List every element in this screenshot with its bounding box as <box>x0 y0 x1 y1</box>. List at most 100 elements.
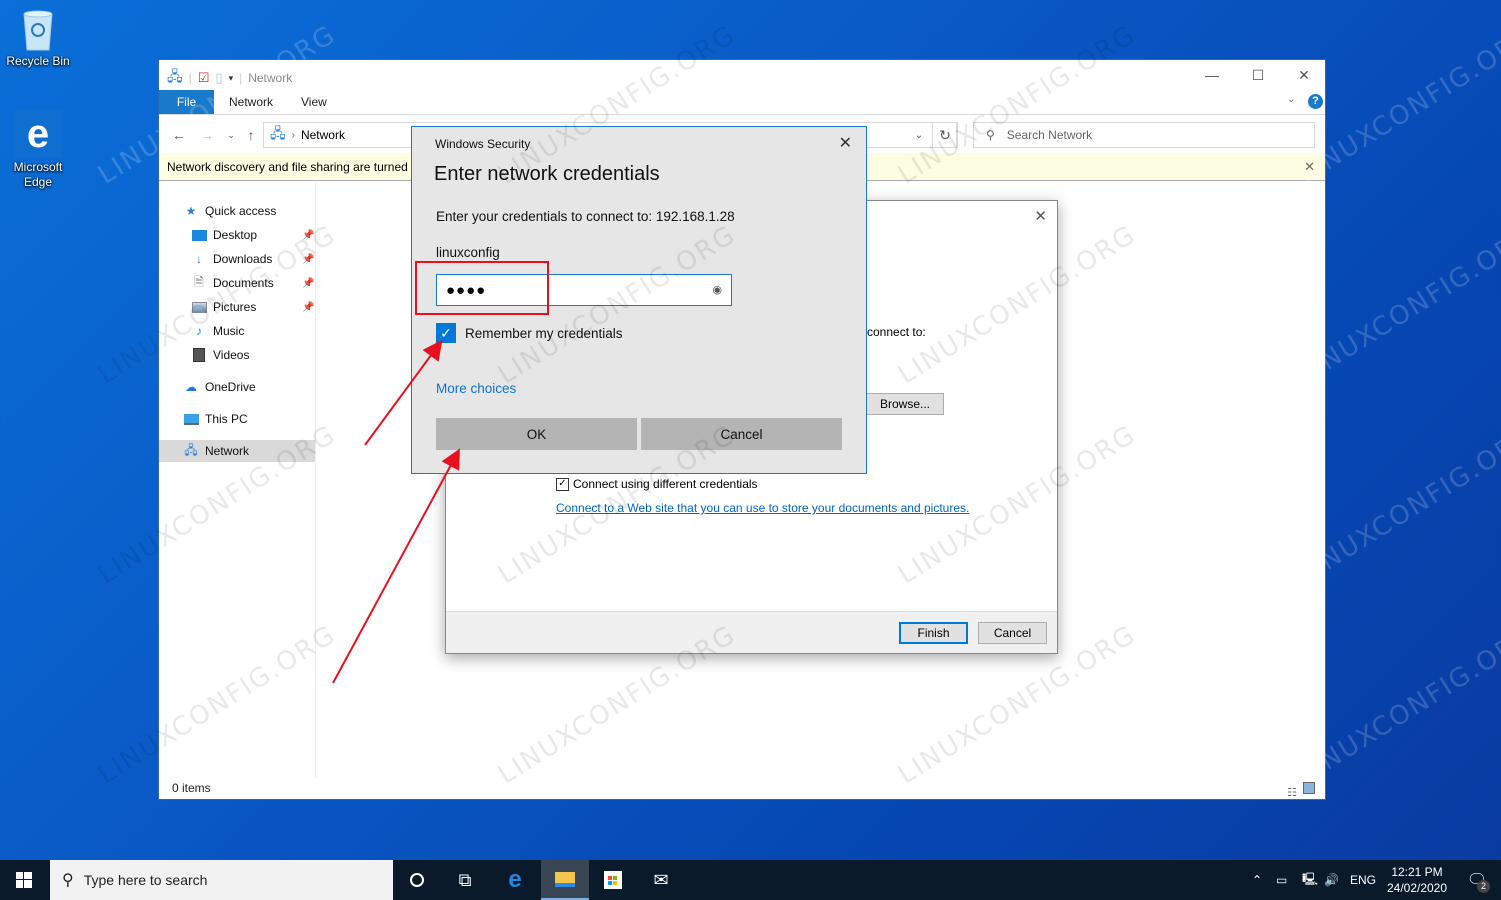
dialog-title: Windows Security <box>435 137 531 151</box>
ok-button[interactable]: OK <box>436 418 637 450</box>
battery-icon[interactable]: ▭ <box>1276 860 1287 900</box>
clock-date: 24/02/2020 <box>1386 881 1448 895</box>
search-icon: ⚲ <box>986 128 995 142</box>
network-status-icon[interactable]: 🖳 <box>1302 860 1318 900</box>
computer-icon <box>183 412 199 426</box>
documents-icon: 🗎 <box>194 274 204 289</box>
password-highlight-box <box>415 261 549 315</box>
connect-to-label: connect to: <box>867 325 926 339</box>
clock[interactable]: 12:21 PM 24/02/2020 <box>1382 864 1452 896</box>
quick-access-toolbar: 🖧 | ☑ ▯ ▾ | Network <box>167 66 292 90</box>
mail-icon[interactable]: ✉ <box>637 860 685 900</box>
refresh-button[interactable]: ↻ <box>932 122 958 148</box>
browse-button[interactable]: Browse... <box>866 393 944 415</box>
username-label: linuxconfig <box>436 245 500 260</box>
close-button[interactable]: ✕ <box>1281 60 1327 90</box>
start-button[interactable] <box>0 860 48 900</box>
file-explorer-icon[interactable] <box>541 860 589 900</box>
finish-button[interactable]: Finish <box>899 622 968 644</box>
desktop-icon-recycle-bin[interactable]: Recycle Bin <box>0 8 76 69</box>
tab-view[interactable]: View <box>287 90 341 114</box>
sidebar-item-videos[interactable]: Videos <box>159 344 315 366</box>
show-hidden-icons[interactable]: ⌃ <box>1252 860 1262 900</box>
pin-icon[interactable]: 📌 <box>302 254 314 265</box>
different-credentials-checkbox[interactable]: ✓ <box>556 477 569 491</box>
sidebar-item-pictures[interactable]: Pictures 📌 <box>159 296 315 318</box>
close-icon[interactable]: ✕ <box>1034 207 1047 225</box>
back-button[interactable]: ← <box>169 124 189 146</box>
dialog-heading: Enter network credentials <box>434 163 660 185</box>
recent-locations-button[interactable]: ⌄ <box>221 124 241 146</box>
action-center-button[interactable]: 🗨 2 <box>1462 860 1492 900</box>
sidebar-item-music[interactable]: ♪ Music <box>159 320 315 342</box>
website-storage-link[interactable]: Connect to a Web site that you can use t… <box>556 501 969 515</box>
taskbar: ⚲ Type here to search ⧉ e ✉ ⌃ ▭ 🖳 🔊 ENG … <box>0 860 1501 900</box>
different-credentials-option[interactable]: ✓ Connect using different credentials <box>556 477 758 491</box>
help-icon[interactable]: ? <box>1308 94 1323 109</box>
search-icon: ⚲ <box>62 872 74 889</box>
address-dropdown-icon[interactable]: ⌄ <box>907 122 931 148</box>
tab-file[interactable]: File <box>159 90 214 114</box>
forward-button[interactable]: → <box>197 124 217 146</box>
more-choices-link[interactable]: More choices <box>436 381 516 396</box>
search-placeholder: Type here to search <box>83 872 208 888</box>
sidebar-item-network[interactable]: 🖧 Network <box>159 440 315 462</box>
desktop-icon-edge[interactable]: e Microsoft Edge <box>0 110 76 190</box>
cancel-button[interactable]: Cancel <box>641 418 842 450</box>
details-view-icon[interactable]: ☷ <box>1287 782 1297 804</box>
notification-count: 2 <box>1477 880 1490 893</box>
sidebar-item-onedrive[interactable]: ☁ OneDrive <box>159 376 315 398</box>
desktop-folder-icon <box>191 228 207 242</box>
close-infobar-icon[interactable]: ✕ <box>1304 153 1315 181</box>
cancel-button[interactable]: Cancel <box>978 622 1047 644</box>
minimize-button[interactable]: — <box>1189 60 1235 90</box>
sidebar-item-documents[interactable]: 🗎 Documents 📌 <box>159 272 315 294</box>
cortana-icon[interactable] <box>393 860 441 900</box>
videos-icon <box>191 348 207 362</box>
store-icon[interactable] <box>589 860 637 900</box>
navigation-pane: ★ Quick access Desktop 📌 ↓ Downloads 📌 🗎… <box>159 182 316 778</box>
search-placeholder: Search Network <box>1006 128 1093 142</box>
music-note-icon: ♪ <box>196 324 202 338</box>
infobar-text: Network discovery and file sharing are t… <box>167 160 425 174</box>
pin-icon[interactable]: 📌 <box>302 278 314 289</box>
breadcrumb-network[interactable]: Network <box>301 128 345 142</box>
expand-ribbon-icon[interactable]: ⌄ <box>1287 94 1295 105</box>
remember-credentials-checkbox[interactable]: ✓ <box>436 323 456 343</box>
dialog-footer: Finish Cancel <box>446 611 1057 653</box>
new-folder-icon[interactable]: ▯ <box>215 70 222 86</box>
sidebar-item-this-pc[interactable]: This PC <box>159 408 315 430</box>
tab-network[interactable]: Network <box>215 90 287 114</box>
reveal-password-icon[interactable]: ◉ <box>712 283 723 296</box>
edge-icon[interactable]: e <box>491 860 539 900</box>
large-icons-view-icon[interactable] <box>1303 782 1315 794</box>
maximize-button[interactable]: ☐ <box>1235 60 1281 90</box>
sidebar-item-desktop[interactable]: Desktop 📌 <box>159 224 315 246</box>
status-bar: 0 items ☷ <box>159 777 1325 799</box>
credentials-prompt: Enter your credentials to connect to: 19… <box>436 209 735 224</box>
item-count: 0 items <box>172 781 211 795</box>
up-button[interactable]: ↑ <box>241 124 261 146</box>
edge-icon: e <box>14 110 62 158</box>
language-indicator[interactable]: ENG <box>1350 860 1376 900</box>
properties-icon[interactable]: ☑ <box>198 70 210 86</box>
network-icon: 🖧 <box>184 442 198 457</box>
network-icon: 🖧 <box>167 68 183 84</box>
sidebar-item-quick-access[interactable]: ★ Quick access <box>159 200 315 222</box>
desktop-icon-label: Recycle Bin <box>6 54 70 68</box>
recycle-bin-icon <box>20 8 56 52</box>
desktop-icon-label: Microsoft Edge <box>13 160 63 189</box>
clock-time: 12:21 PM <box>1391 865 1443 879</box>
customize-toolbar-icon[interactable]: ▾ <box>229 73 234 84</box>
taskbar-search-box[interactable]: ⚲ Type here to search <box>50 860 393 900</box>
task-view-icon[interactable]: ⧉ <box>441 860 489 900</box>
pin-icon[interactable]: 📌 <box>302 302 314 313</box>
pin-icon[interactable]: 📌 <box>302 230 314 241</box>
close-icon[interactable]: ✕ <box>839 133 852 153</box>
remember-credentials-option[interactable]: ✓ Remember my credentials <box>436 323 623 343</box>
volume-icon[interactable]: 🔊 <box>1324 860 1339 900</box>
search-box[interactable]: ⚲ Search Network <box>973 122 1315 148</box>
title-bar: 🖧 | ☑ ▯ ▾ | Network — ☐ ✕ <box>159 60 1325 90</box>
cloud-icon: ☁ <box>185 380 197 394</box>
sidebar-item-downloads[interactable]: ↓ Downloads 📌 <box>159 248 315 270</box>
